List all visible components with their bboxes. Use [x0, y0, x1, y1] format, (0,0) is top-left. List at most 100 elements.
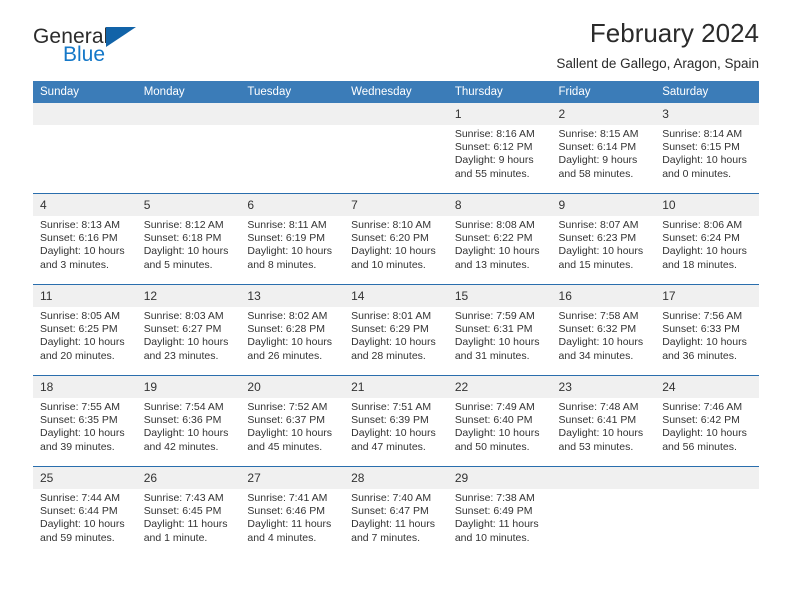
detail-daylight1: Daylight: 11 hours [454, 518, 539, 531]
calendar-day-cell[interactable]: 26 Sunrise: 7:43 AM Sunset: 6:45 PM Dayligh… [136, 466, 241, 557]
day-number [136, 103, 241, 125]
detail-daylight2: and 39 minutes. [40, 440, 115, 453]
detail-daylight1: Daylight: 10 hours [247, 336, 333, 349]
detail-sunset: Sunset: 6:42 PM [662, 414, 740, 427]
day-details: Sunrise: 8:06 AM Sunset: 6:24 PM Daylight:… [655, 216, 759, 272]
calendar-day-cell[interactable]: 8 Sunrise: 8:08 AM Sunset: 6:22 PM Daylight… [447, 193, 552, 285]
calendar-day-cell[interactable]: 7 Sunrise: 8:10 AM Sunset: 6:20 PM Daylight… [344, 193, 448, 285]
calendar-empty-cell [136, 103, 241, 194]
calendar-day-cell[interactable]: 22 Sunrise: 7:49 AM Sunset: 6:40 PM Dayligh… [447, 375, 552, 467]
detail-daylight2: and 8 minutes. [247, 258, 317, 271]
detail-daylight2: and 28 minutes. [351, 349, 426, 362]
detail-daylight1: Daylight: 10 hours [40, 427, 125, 440]
calendar-day-cell[interactable]: 1 Sunrise: 8:16 AM Sunset: 6:12 PM Daylight… [447, 103, 552, 194]
calendar-day-cell[interactable]: 14 Sunrise: 8:01 AM Sunset: 6:29 PM Dayligh… [344, 284, 448, 376]
day-number [33, 103, 137, 125]
detail-sunrise: Sunrise: 8:02 AM [247, 310, 328, 322]
detail-daylight2: and 53 minutes. [558, 440, 634, 453]
calendar-empty-cell [33, 103, 137, 194]
detail-sunrise: Sunrise: 8:13 AM [40, 219, 120, 231]
calendar-day-cell[interactable]: 23 Sunrise: 7:48 AM Sunset: 6:41 PM Dayligh… [551, 375, 656, 467]
calendar-day-cell[interactable]: 18 Sunrise: 7:55 AM Sunset: 6:35 PM Dayligh… [33, 375, 137, 467]
day-number [551, 467, 656, 489]
calendar-day-cell[interactable]: 12 Sunrise: 8:03 AM Sunset: 6:27 PM Dayligh… [136, 284, 241, 376]
calendar-empty-cell [344, 103, 448, 194]
day-number: 18 [33, 376, 137, 398]
calendar-day-cell[interactable]: 17 Sunrise: 7:56 AM Sunset: 6:33 PM Dayligh… [655, 284, 759, 376]
detail-daylight1: Daylight: 11 hours [351, 518, 435, 531]
day-number: 20 [240, 376, 345, 398]
calendar-day-cell[interactable]: 28 Sunrise: 7:40 AM Sunset: 6:47 PM Dayligh… [344, 466, 448, 557]
detail-daylight1: Daylight: 9 hours [558, 154, 638, 167]
detail-daylight2: and 23 minutes. [143, 349, 219, 362]
calendar-day-cell[interactable]: 25 Sunrise: 7:44 AM Sunset: 6:44 PM Dayligh… [33, 466, 137, 557]
detail-sunset: Sunset: 6:40 PM [454, 414, 533, 427]
day-number: 19 [136, 376, 241, 398]
detail-daylight1: Daylight: 10 hours [351, 245, 436, 258]
calendar-day-cell[interactable]: 21 Sunrise: 7:51 AM Sunset: 6:39 PM Dayligh… [344, 375, 448, 467]
detail-sunrise: Sunrise: 7:38 AM [454, 492, 535, 504]
detail-sunset: Sunset: 6:49 PM [454, 505, 533, 518]
calendar-day-cell[interactable]: 29 Sunrise: 7:38 AM Sunset: 6:49 PM Dayligh… [447, 466, 552, 557]
detail-daylight2: and 18 minutes. [662, 258, 737, 271]
day-details: Sunrise: 8:16 AM Sunset: 6:12 PM Daylight:… [448, 125, 552, 181]
detail-daylight2: and 31 minutes. [454, 349, 530, 362]
calendar-day-cell[interactable]: 3 Sunrise: 8:14 AM Sunset: 6:15 PM Daylight… [655, 103, 759, 194]
detail-daylight1: Daylight: 9 hours [454, 154, 534, 167]
day-details: Sunrise: 8:11 AM Sunset: 6:19 PM Daylight:… [240, 216, 344, 272]
weekday-header-monday: Monday [136, 81, 241, 103]
calendar-day-cell[interactable]: 9 Sunrise: 8:07 AM Sunset: 6:23 PM Daylight… [551, 193, 656, 285]
detail-daylight1: Daylight: 10 hours [143, 336, 229, 349]
day-number: 17 [655, 285, 759, 307]
detail-sunrise: Sunrise: 8:06 AM [662, 219, 743, 231]
detail-daylight2: and 10 minutes. [351, 258, 426, 271]
calendar-day-cell[interactable]: 20 Sunrise: 7:52 AM Sunset: 6:37 PM Dayligh… [240, 375, 345, 467]
brand-name-bottom: Blue [63, 43, 106, 66]
day-number: 23 [551, 376, 656, 398]
calendar-day-cell[interactable]: 19 Sunrise: 7:54 AM Sunset: 6:36 PM Dayligh… [136, 375, 241, 467]
brand-logo[interactable]: General Blue [33, 26, 253, 74]
calendar-day-cell[interactable]: 16 Sunrise: 7:58 AM Sunset: 6:32 PM Dayligh… [551, 284, 656, 376]
day-details: Sunrise: 8:14 AM Sunset: 6:15 PM Daylight:… [655, 125, 759, 181]
calendar-day-cell[interactable]: 4 Sunrise: 8:13 AM Sunset: 6:16 PM Daylight… [33, 193, 137, 285]
calendar-day-cell[interactable]: 11 Sunrise: 8:05 AM Sunset: 6:25 PM Dayligh… [33, 284, 137, 376]
calendar-day-cell[interactable]: 6 Sunrise: 8:11 AM Sunset: 6:19 PM Daylight… [240, 193, 345, 285]
detail-daylight1: Daylight: 10 hours [454, 336, 540, 349]
detail-daylight1: Daylight: 10 hours [247, 245, 333, 258]
calendar-empty-cell [551, 466, 656, 557]
detail-sunrise: Sunrise: 7:40 AM [351, 492, 432, 504]
detail-daylight1: Daylight: 10 hours [558, 245, 644, 258]
weekday-header-sunday: Sunday [33, 81, 137, 103]
detail-sunset: Sunset: 6:36 PM [143, 414, 222, 427]
detail-daylight2: and 1 minute. [143, 531, 208, 544]
detail-sunrise: Sunrise: 7:41 AM [247, 492, 328, 504]
detail-sunset: Sunset: 6:35 PM [40, 414, 118, 427]
detail-sunrise: Sunrise: 7:54 AM [143, 401, 224, 413]
detail-sunset: Sunset: 6:41 PM [558, 414, 637, 427]
detail-sunset: Sunset: 6:16 PM [40, 232, 118, 245]
detail-daylight2: and 0 minutes. [662, 167, 732, 180]
detail-daylight1: Daylight: 10 hours [143, 245, 229, 258]
day-number: 25 [33, 467, 137, 489]
calendar-week-row: 18 Sunrise: 7:55 AM Sunset: 6:35 PM Dayligh… [33, 375, 759, 467]
calendar-day-cell[interactable]: 5 Sunrise: 8:12 AM Sunset: 6:18 PM Daylight… [136, 193, 241, 285]
calendar-day-cell[interactable]: 24 Sunrise: 7:46 AM Sunset: 6:42 PM Dayligh… [655, 375, 759, 467]
detail-sunrise: Sunrise: 7:44 AM [40, 492, 120, 504]
calendar-day-cell[interactable]: 10 Sunrise: 8:06 AM Sunset: 6:24 PM Dayligh… [655, 193, 759, 285]
day-number: 2 [551, 103, 656, 125]
day-number: 3 [655, 103, 759, 125]
calendar-day-cell[interactable]: 27 Sunrise: 7:41 AM Sunset: 6:46 PM Dayligh… [240, 466, 345, 557]
detail-daylight1: Daylight: 10 hours [662, 154, 747, 167]
detail-daylight2: and 3 minutes. [40, 258, 109, 271]
day-details: Sunrise: 8:05 AM Sunset: 6:25 PM Daylight:… [33, 307, 137, 363]
detail-sunrise: Sunrise: 7:51 AM [351, 401, 432, 413]
calendar-day-cell[interactable]: 2 Sunrise: 8:15 AM Sunset: 6:14 PM Daylight… [551, 103, 656, 194]
detail-daylight1: Daylight: 10 hours [662, 336, 747, 349]
detail-daylight2: and 15 minutes. [558, 258, 634, 271]
calendar-day-cell[interactable]: 13 Sunrise: 8:02 AM Sunset: 6:28 PM Dayligh… [240, 284, 345, 376]
detail-sunset: Sunset: 6:29 PM [351, 323, 429, 336]
detail-daylight2: and 13 minutes. [454, 258, 530, 271]
day-number: 13 [240, 285, 345, 307]
calendar-day-cell[interactable]: 15 Sunrise: 7:59 AM Sunset: 6:31 PM Dayligh… [447, 284, 552, 376]
detail-daylight2: and 4 minutes. [247, 531, 317, 544]
